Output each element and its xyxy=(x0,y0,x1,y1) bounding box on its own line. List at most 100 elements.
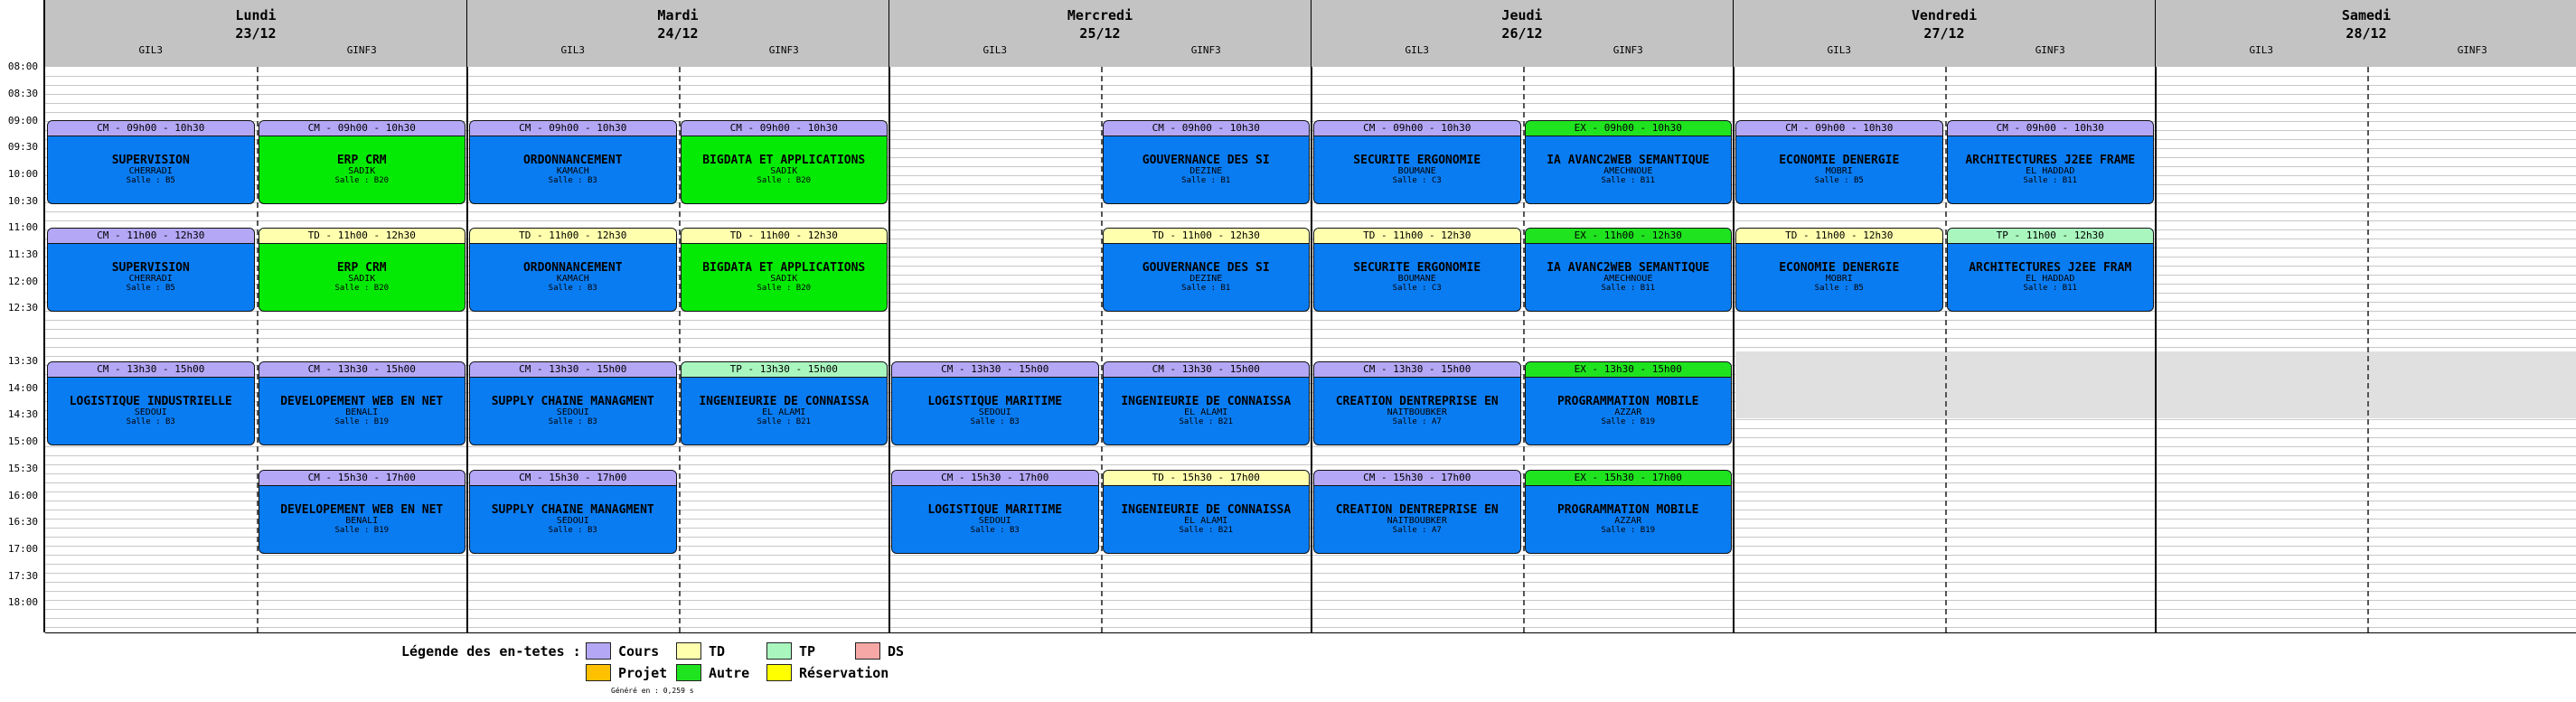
event-room: Salle : B21 xyxy=(757,417,812,426)
event-teacher: EL ALAMI xyxy=(1184,408,1228,417)
day-header: Mercredi 25/12 xyxy=(889,0,1312,67)
course-event[interactable]: CM - 13h30 - 15h00 LOGISTIQUE INDUSTRIELL… xyxy=(47,361,255,445)
day-header: Samedi 28/12 xyxy=(2156,0,2576,67)
event-teacher: NAITBOUBKER xyxy=(1387,408,1447,417)
course-event[interactable]: CM - 13h30 - 15h00 CREATION DENTREPRISE E… xyxy=(1313,361,1521,445)
event-title: INGENIEURIE DE CONNAISSA xyxy=(1121,504,1292,517)
hour-label: 10:30 xyxy=(7,195,38,207)
event-body: LOGISTIQUE INDUSTRIELLE SEDOUI Salle : B3 xyxy=(48,378,254,426)
course-event[interactable]: CM - 09h00 - 10h30 GOUVERNANCE DES SI DEZI… xyxy=(1102,120,1310,204)
event-room: Salle : B21 xyxy=(1179,526,1234,535)
course-event[interactable]: CM - 13h30 - 15h00 SUPPLY CHAINE MANAGMEN… xyxy=(469,361,677,445)
day-date: 23/12 xyxy=(235,25,277,42)
event-title: SUPPLY CHAINE MANAGMENT xyxy=(491,396,654,408)
event-teacher: NAITBOUBKER xyxy=(1387,517,1447,526)
hour-label: 17:30 xyxy=(7,570,38,582)
course-event[interactable]: CM - 13h30 - 15h00 INGENIEURIE DE CONNAIS… xyxy=(1102,361,1310,445)
course-event[interactable]: TD - 15h30 - 17h00 INGENIEURIE DE CONNAIS… xyxy=(1102,470,1310,554)
event-header: CM - 15h30 - 17h00 xyxy=(1314,471,1520,486)
event-header: CM - 15h30 - 17h00 xyxy=(470,471,676,486)
day-separator xyxy=(466,0,468,632)
event-body: SECURITE ERGONOMIE BOUMANE Salle : C3 xyxy=(1314,136,1520,185)
course-event[interactable]: CM - 13h30 - 15h00 LOGISTIQUE MARITIME SED… xyxy=(891,361,1099,445)
grid-bottom-border xyxy=(45,632,2576,633)
event-teacher: SEDOUI xyxy=(978,408,1011,417)
course-event[interactable]: CM - 09h00 - 10h30 ECONOMIE DENERGIE MOBRI… xyxy=(1735,120,1943,204)
course-event[interactable]: CM - 09h00 - 10h30 ARCHITECTURES J2EE FRA… xyxy=(1946,120,2154,204)
course-event[interactable]: CM - 09h00 - 10h30 SECURITE ERGONOMIE BOUM… xyxy=(1313,120,1521,204)
course-event[interactable]: CM - 11h00 - 12h30 SUPERVISION CHERRADI Sal… xyxy=(47,228,255,312)
event-header: CM - 09h00 - 10h30 xyxy=(681,121,887,136)
course-event[interactable]: EX - 11h00 - 12h30 IA AVANC2WEB SEMANTIQU… xyxy=(1524,228,1732,312)
event-title: CREATION DENTREPRISE EN xyxy=(1335,504,1499,517)
event-body: ERP CRM SADIK Salle : B20 xyxy=(259,136,465,185)
course-event[interactable]: CM - 09h00 - 10h30 SUPERVISION CHERRADI Sal… xyxy=(47,120,255,204)
day-name: Samedi xyxy=(2341,7,2392,23)
event-title: INGENIEURIE DE CONNAISSA xyxy=(1121,396,1292,408)
event-header: CM - 13h30 - 15h00 xyxy=(1314,362,1520,378)
group-label: GIL3 xyxy=(560,44,586,56)
event-title: CREATION DENTREPRISE EN xyxy=(1335,396,1499,408)
course-event[interactable]: CM - 15h30 - 17h00 CREATION DENTREPRISE E… xyxy=(1313,470,1521,554)
hour-label: 14:30 xyxy=(7,408,38,420)
event-room: Salle : B3 xyxy=(126,417,175,426)
event-title: LOGISTIQUE MARITIME xyxy=(927,504,1063,517)
course-event[interactable]: CM - 09h00 - 10h30 BIGDATA ET APPLICATION… xyxy=(680,120,888,204)
event-body: SECURITE ERGONOMIE BOUMANE Salle : C3 xyxy=(1314,244,1520,293)
course-event[interactable]: CM - 15h30 - 17h00 DEVELOPEMENT WEB EN NE… xyxy=(258,470,465,554)
hour-label: 10:00 xyxy=(7,168,38,180)
event-body: LOGISTIQUE MARITIME SEDOUI Salle : B3 xyxy=(892,486,1098,535)
legend-swatch xyxy=(586,664,611,681)
course-event[interactable]: TD - 11h00 - 12h30 SECURITE ERGONOMIE BOUM… xyxy=(1313,228,1521,312)
event-body: SUPERVISION CHERRADI Salle : B5 xyxy=(48,244,254,293)
event-room: Salle : B21 xyxy=(1179,417,1234,426)
event-body: ECONOMIE DENERGIE MOBRI Salle : B5 xyxy=(1736,136,1942,185)
event-teacher: CHERRADI xyxy=(128,275,173,284)
event-teacher: SADIK xyxy=(348,275,376,284)
event-title: ECONOMIE DENERGIE xyxy=(1779,154,1900,167)
course-event[interactable]: TD - 11h00 - 12h30 GOUVERNANCE DES SI DEZI… xyxy=(1102,228,1310,312)
day-header: Vendredi 27/12 xyxy=(1734,0,2156,67)
day-separator xyxy=(1311,0,1312,632)
course-event[interactable]: CM - 09h00 - 10h30 ORDONNANCEMENT KAMACH Sa… xyxy=(469,120,677,204)
course-event[interactable]: EX - 09h00 - 10h30 IA AVANC2WEB SEMANTIQU… xyxy=(1524,120,1732,204)
course-event[interactable]: TP - 11h00 - 12h30 ARCHITECTURES J2EE FRA… xyxy=(1946,228,2154,312)
day-date: 27/12 xyxy=(1923,25,1965,42)
day-name: Mardi xyxy=(657,7,699,23)
hour-label: 15:00 xyxy=(7,435,38,447)
course-event[interactable]: TD - 11h00 - 12h30 ORDONNANCEMENT KAMACH Sa… xyxy=(469,228,677,312)
event-title: DEVELOPEMENT WEB EN NET xyxy=(280,396,444,408)
hour-label: 08:00 xyxy=(7,61,38,72)
course-event[interactable]: TD - 11h00 - 12h30 ERP CRM SADIK Salle : B2… xyxy=(258,228,465,312)
event-room: Salle : B11 xyxy=(2023,284,2078,293)
event-body: IA AVANC2WEB SEMANTIQUE AMECHNOUE Salle : … xyxy=(1526,136,1732,185)
legend-title: Légende des en-tetes : xyxy=(401,643,581,660)
course-event[interactable]: EX - 15h30 - 17h00 PROGRAMMATION MOBILE AZ… xyxy=(1524,470,1732,554)
course-event[interactable]: TD - 11h00 - 12h30 ECONOMIE DENERGIE MOBRI… xyxy=(1735,228,1943,312)
event-room: Salle : B20 xyxy=(757,284,812,293)
course-event[interactable]: CM - 13h30 - 15h00 DEVELOPEMENT WEB EN NE… xyxy=(258,361,465,445)
event-header: TP - 13h30 - 15h00 xyxy=(681,362,887,378)
group-label: GINF3 xyxy=(768,44,799,56)
course-event[interactable]: CM - 09h00 - 10h30 ERP CRM SADIK Salle : B2… xyxy=(258,120,465,204)
event-header: CM - 13h30 - 15h00 xyxy=(48,362,254,378)
event-teacher: BENALI xyxy=(345,408,379,417)
course-event[interactable]: TP - 13h30 - 15h00 INGENIEURIE DE CONNAIS… xyxy=(680,361,888,445)
event-room: Salle : B20 xyxy=(757,176,812,185)
event-teacher: BENALI xyxy=(345,517,379,526)
course-event[interactable]: EX - 13h30 - 15h00 PROGRAMMATION MOBILE AZ… xyxy=(1524,361,1732,445)
event-header: CM - 13h30 - 15h00 xyxy=(892,362,1098,378)
course-event[interactable]: CM - 15h30 - 17h00 SUPPLY CHAINE MANAGMEN… xyxy=(469,470,677,554)
event-title: PROGRAMMATION MOBILE xyxy=(1556,504,1699,517)
event-teacher: EL ALAMI xyxy=(762,408,806,417)
event-body: BIGDATA ET APPLICATIONS SADIK Salle : B20 xyxy=(682,136,888,185)
event-header: TD - 11h00 - 12h30 xyxy=(1314,229,1520,244)
course-event[interactable]: TD - 11h00 - 12h30 BIGDATA ET APPLICATION… xyxy=(680,228,888,312)
event-header: CM - 09h00 - 10h30 xyxy=(1314,121,1520,136)
course-event[interactable]: CM - 15h30 - 17h00 LOGISTIQUE MARITIME SED… xyxy=(891,470,1099,554)
event-header: CM - 09h00 - 10h30 xyxy=(259,121,465,136)
event-header: CM - 09h00 - 10h30 xyxy=(1736,121,1942,136)
event-header: CM - 09h00 - 10h30 xyxy=(1103,121,1309,136)
event-header: CM - 15h30 - 17h00 xyxy=(892,471,1098,486)
event-room: Salle : C3 xyxy=(1392,176,1442,185)
